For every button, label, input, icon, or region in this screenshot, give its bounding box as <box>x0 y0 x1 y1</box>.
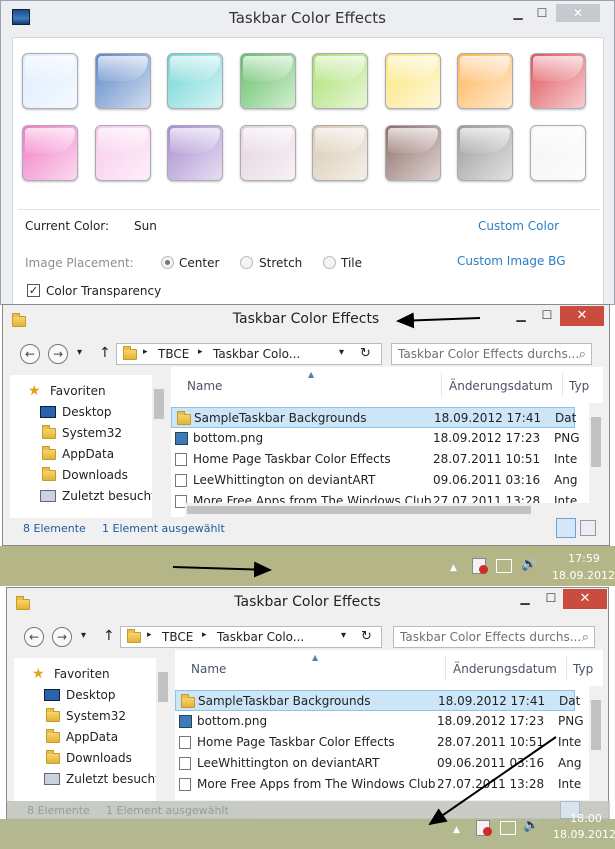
annotation-arrow <box>428 736 557 826</box>
annotation-arrow <box>172 561 272 578</box>
annotation-arrow <box>396 312 481 329</box>
annotation-arrows <box>172 312 557 826</box>
